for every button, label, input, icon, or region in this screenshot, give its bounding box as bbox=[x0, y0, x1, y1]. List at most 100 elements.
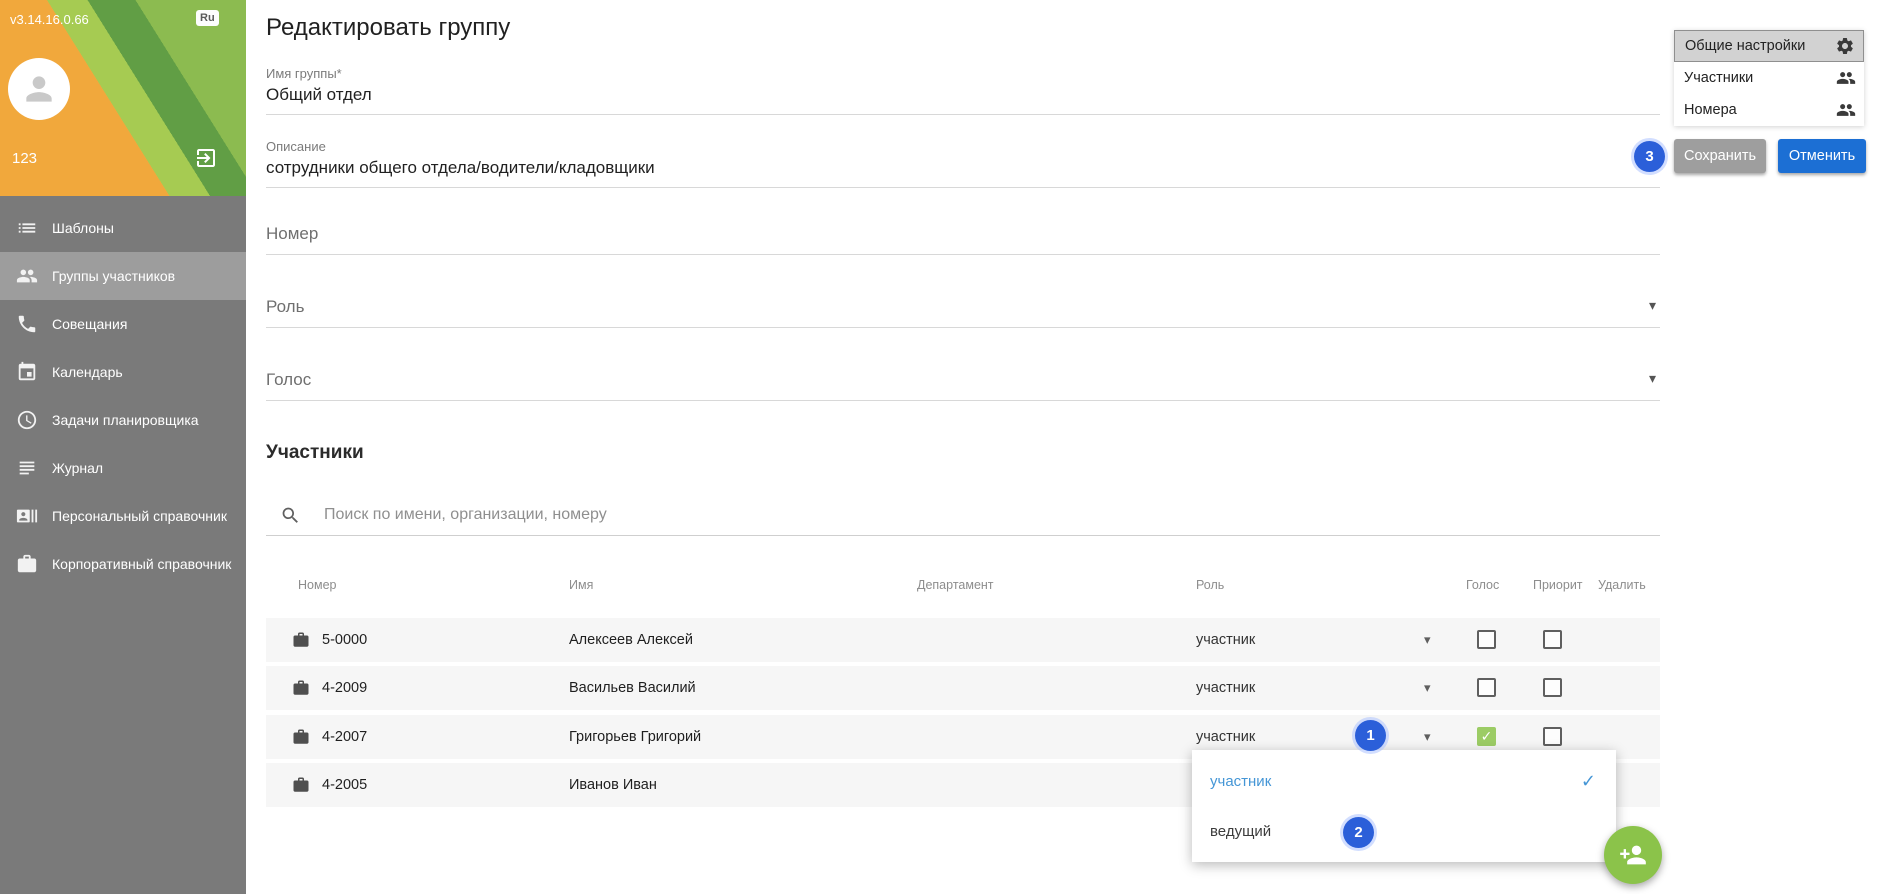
chevron-down-icon: ▾ bbox=[1649, 370, 1660, 387]
cancel-button[interactable]: Отменить bbox=[1778, 139, 1866, 173]
chevron-down-icon[interactable]: ▾ bbox=[1424, 666, 1431, 710]
save-button[interactable]: Сохранить bbox=[1674, 139, 1766, 173]
voice-checkbox-checked[interactable]: ✓ bbox=[1477, 727, 1496, 746]
sidebar-item-label: Календарь bbox=[52, 364, 123, 380]
role-dropdown-menu: участник ✓ ведущий bbox=[1192, 750, 1616, 862]
number-input[interactable] bbox=[266, 224, 1660, 244]
priority-checkbox[interactable] bbox=[1543, 630, 1562, 649]
member-number: 4-2005 bbox=[322, 763, 367, 807]
col-header-priority: Приорит bbox=[1533, 578, 1583, 592]
role-select[interactable]: Роль ▾ bbox=[266, 297, 1660, 328]
username-label: 123 bbox=[12, 150, 37, 167]
sidebar-item-scheduler-tasks[interactable]: Задачи планировщика bbox=[0, 396, 246, 444]
sidebar-item-label: Совещания bbox=[52, 316, 127, 332]
settings-item-general[interactable]: Общие настройки bbox=[1674, 30, 1864, 62]
description-label: Описание bbox=[266, 139, 1660, 154]
role-option-leader[interactable]: ведущий bbox=[1192, 806, 1616, 856]
settings-item-label: Номера bbox=[1684, 102, 1737, 118]
group-name-field: Имя группы* bbox=[266, 66, 1660, 115]
settings-item-label: Участники bbox=[1684, 70, 1753, 86]
description-field: Описание bbox=[266, 139, 1660, 188]
member-role-select[interactable]: участник bbox=[1196, 618, 1255, 662]
settings-menu: Общие настройки Участники Номера bbox=[1674, 30, 1864, 126]
briefcase-icon bbox=[292, 776, 310, 794]
app-window: v3.14.16.0.66 Ru 123 Шаблоны Группы учас… bbox=[0, 0, 1898, 894]
settings-item-members[interactable]: Участники bbox=[1674, 62, 1864, 94]
col-header-role: Роль bbox=[1196, 578, 1224, 592]
people-icon bbox=[1836, 100, 1856, 120]
group-name-input[interactable] bbox=[266, 85, 1660, 105]
page-title: Редактировать группу bbox=[266, 14, 510, 42]
member-role-select[interactable]: участник bbox=[1196, 666, 1255, 710]
col-header-department: Департамент bbox=[917, 578, 994, 592]
sidebar-item-label: Корпоративный справочник bbox=[52, 556, 231, 572]
phone-icon bbox=[16, 313, 38, 335]
sidebar-item-calendar[interactable]: Календарь bbox=[0, 348, 246, 396]
version-label: v3.14.16.0.66 bbox=[10, 12, 89, 27]
sidebar-item-label: Журнал bbox=[52, 460, 103, 476]
list-icon bbox=[16, 217, 38, 239]
calendar-icon bbox=[16, 361, 38, 383]
annotation-marker-3: 3 bbox=[1634, 141, 1665, 172]
sidebar-item-journal[interactable]: Журнал bbox=[0, 444, 246, 492]
number-field bbox=[266, 224, 1660, 255]
member-name: Алексеев Алексей bbox=[569, 618, 693, 662]
description-input[interactable] bbox=[266, 158, 1660, 178]
role-option-label: участник bbox=[1210, 773, 1271, 790]
person-add-icon bbox=[1619, 841, 1647, 869]
member-number: 4-2007 bbox=[322, 715, 367, 759]
table-row: 5-0000 Алексеев Алексей участник ▾ bbox=[266, 618, 1660, 662]
sidebar-item-label: Персональный справочник bbox=[52, 508, 227, 524]
member-name: Васильев Василий bbox=[569, 666, 696, 710]
member-name: Григорьев Григорий bbox=[569, 715, 701, 759]
col-header-number: Номер bbox=[298, 578, 336, 592]
people-icon bbox=[16, 265, 38, 287]
sidebar-item-label: Задачи планировщика bbox=[52, 412, 199, 428]
col-header-name: Имя bbox=[569, 578, 593, 592]
settings-item-label: Общие настройки bbox=[1685, 38, 1805, 54]
sidebar: v3.14.16.0.66 Ru 123 Шаблоны Группы учас… bbox=[0, 0, 246, 894]
logout-icon bbox=[194, 146, 218, 170]
sidebar-item-corporate-directory[interactable]: Корпоративный справочник bbox=[0, 540, 246, 588]
role-option-label: ведущий bbox=[1210, 823, 1271, 840]
journal-icon bbox=[16, 457, 38, 479]
add-member-fab[interactable] bbox=[1604, 826, 1662, 884]
person-icon bbox=[20, 70, 58, 108]
col-header-voice: Голос bbox=[1466, 578, 1499, 592]
annotation-marker-1: 1 bbox=[1355, 720, 1386, 751]
settings-item-numbers[interactable]: Номера bbox=[1674, 94, 1864, 126]
col-header-delete: Удалить bbox=[1598, 578, 1646, 592]
check-icon: ✓ bbox=[1481, 728, 1493, 745]
member-number: 5-0000 bbox=[322, 618, 367, 662]
sidebar-item-label: Группы участников bbox=[52, 268, 175, 284]
members-section-title: Участники bbox=[266, 442, 364, 464]
sidebar-item-personal-directory[interactable]: Персональный справочник bbox=[0, 492, 246, 540]
priority-checkbox[interactable] bbox=[1543, 678, 1562, 697]
voice-select[interactable]: Голос ▾ bbox=[266, 370, 1660, 401]
member-number: 4-2009 bbox=[322, 666, 367, 710]
logout-button[interactable] bbox=[194, 146, 218, 175]
briefcase-icon bbox=[292, 679, 310, 697]
member-name: Иванов Иван bbox=[569, 763, 657, 807]
role-select-placeholder: Роль bbox=[266, 297, 304, 317]
contact-card-icon bbox=[16, 505, 38, 527]
sidebar-item-meetings[interactable]: Совещания bbox=[0, 300, 246, 348]
sidebar-nav: Шаблоны Группы участников Совещания Кале… bbox=[0, 204, 246, 588]
sidebar-item-templates[interactable]: Шаблоны bbox=[0, 204, 246, 252]
voice-select-placeholder: Голос bbox=[266, 370, 311, 390]
role-option-participant[interactable]: участник ✓ bbox=[1192, 756, 1616, 806]
briefcase-icon bbox=[16, 553, 38, 575]
check-icon: ✓ bbox=[1581, 771, 1596, 792]
priority-checkbox[interactable] bbox=[1543, 727, 1562, 746]
search-icon bbox=[280, 505, 301, 526]
members-search bbox=[266, 496, 1660, 536]
clock-icon bbox=[16, 409, 38, 431]
language-badge[interactable]: Ru bbox=[196, 10, 219, 26]
voice-checkbox[interactable] bbox=[1477, 678, 1496, 697]
chevron-down-icon[interactable]: ▾ bbox=[1424, 618, 1431, 662]
search-input[interactable] bbox=[324, 496, 1624, 534]
voice-checkbox[interactable] bbox=[1477, 630, 1496, 649]
sidebar-item-member-groups[interactable]: Группы участников bbox=[0, 252, 246, 300]
group-name-label: Имя группы* bbox=[266, 66, 1660, 81]
briefcase-icon bbox=[292, 728, 310, 746]
